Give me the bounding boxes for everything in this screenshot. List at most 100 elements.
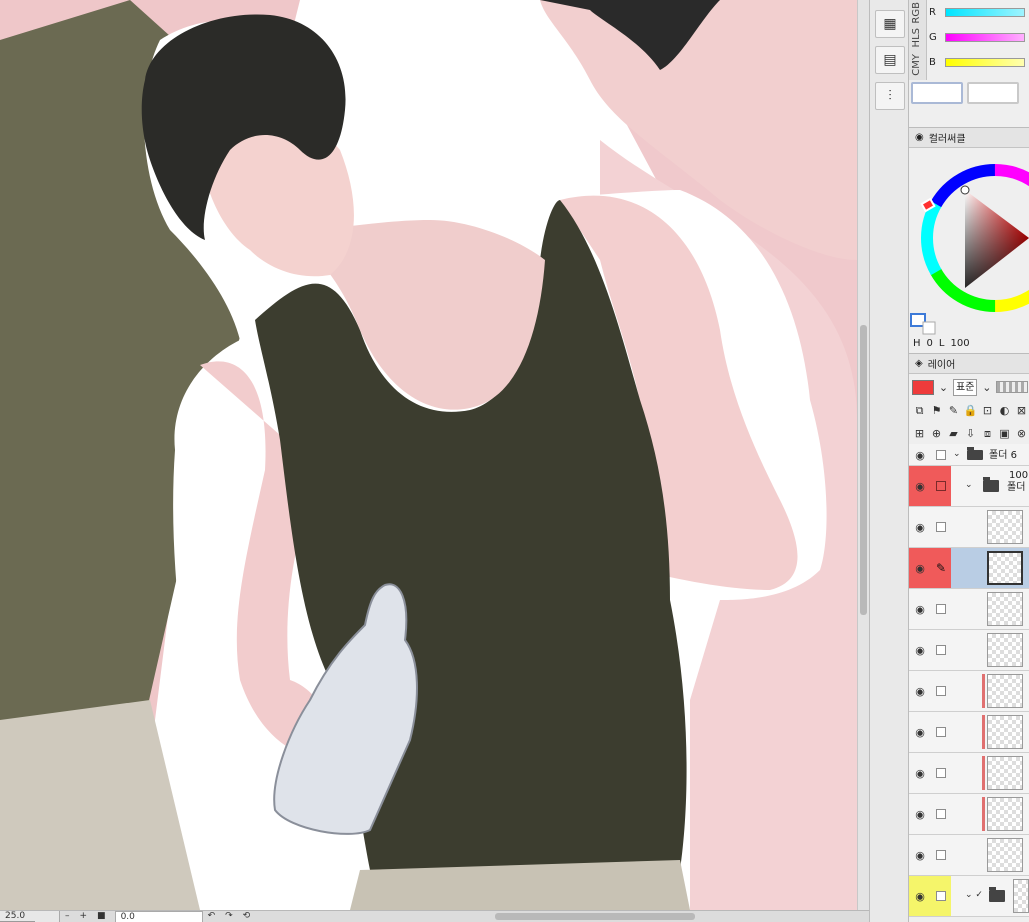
layer-color-swatch[interactable] bbox=[912, 379, 934, 395]
lock-checkbox[interactable] bbox=[931, 753, 951, 793]
rotate-left-icon[interactable]: ↶ bbox=[203, 911, 221, 922]
slider-b[interactable]: B bbox=[929, 55, 1029, 69]
sub-color-box[interactable] bbox=[967, 82, 1019, 104]
tab-layer[interactable]: ◈ 레이어 bbox=[909, 354, 1029, 374]
tab-hls[interactable]: HLS bbox=[911, 28, 922, 47]
canvas-vertical-scrollbar[interactable] bbox=[857, 0, 869, 910]
lock-alpha-icon[interactable]: ⊡ bbox=[980, 403, 995, 418]
visibility-eye-icon[interactable]: ◉ bbox=[909, 753, 931, 793]
slider-b-bar[interactable] bbox=[945, 57, 1025, 67]
h-label: H bbox=[913, 337, 921, 349]
visibility-eye-icon[interactable]: ◉ bbox=[909, 876, 931, 916]
lock-checkbox[interactable] bbox=[931, 794, 951, 834]
visibility-eye-icon[interactable]: ◉ bbox=[909, 548, 931, 588]
transfer-down-icon[interactable]: ⇩ bbox=[963, 426, 978, 441]
main-color-box[interactable] bbox=[911, 82, 963, 104]
lock-icon[interactable]: 🔒 bbox=[963, 403, 978, 418]
lock-checkbox[interactable] bbox=[931, 630, 951, 670]
layer-thumbnail bbox=[1013, 879, 1029, 913]
layer-name[interactable]: 폴더 bbox=[1007, 482, 1025, 493]
layer-row-selected[interactable]: ◉ ✎ bbox=[909, 548, 1029, 589]
layer-row-clipped[interactable]: ◉ bbox=[909, 753, 1029, 794]
visibility-eye-icon[interactable]: ◉ bbox=[909, 444, 931, 466]
visibility-eye-icon[interactable]: ◉ bbox=[909, 671, 931, 711]
layer-thumbnail bbox=[987, 674, 1023, 708]
triangle-picker bbox=[960, 185, 970, 195]
color-dropdown-icon[interactable]: ⌄ bbox=[936, 380, 951, 395]
blend-mode-select[interactable]: 표준 bbox=[953, 378, 978, 396]
lock-checkbox[interactable] bbox=[931, 671, 951, 711]
slider-r-bar[interactable] bbox=[945, 7, 1025, 17]
layer-row[interactable]: ◉ bbox=[909, 835, 1029, 876]
layer-mask-icon[interactable]: ▣ bbox=[997, 426, 1012, 441]
l-label: L bbox=[938, 337, 945, 349]
canvas-artwork bbox=[0, 0, 857, 910]
lock-checkbox[interactable] bbox=[931, 507, 951, 547]
rotate-right-icon[interactable]: ↷ bbox=[220, 911, 238, 922]
drawing-canvas[interactable] bbox=[0, 0, 857, 910]
tool-property-icon[interactable]: ⫶ bbox=[875, 82, 905, 110]
lock-checkbox[interactable] bbox=[931, 835, 951, 875]
lock-checkbox[interactable] bbox=[931, 466, 951, 506]
folder-expand-icon[interactable]: ⌄ bbox=[953, 449, 961, 459]
folder-expand-icon[interactable]: ⌄ bbox=[965, 480, 973, 490]
visibility-eye-icon[interactable]: ◉ bbox=[909, 507, 931, 547]
layer-thumbnail bbox=[987, 551, 1023, 585]
combine-icon[interactable]: ⧈ bbox=[980, 426, 995, 441]
visibility-eye-icon[interactable]: ◉ bbox=[909, 466, 931, 506]
zoom-field[interactable]: 25.0 bbox=[0, 910, 60, 922]
reference-icon[interactable]: ⚑ bbox=[929, 403, 944, 418]
visibility-eye-icon[interactable]: ◉ bbox=[909, 630, 931, 670]
lock-checkbox[interactable] bbox=[931, 876, 951, 916]
layer-row-folder-6[interactable]: ◉ ⌄ 폴더 6 bbox=[909, 444, 1029, 466]
layer-thumbnail bbox=[987, 838, 1023, 872]
tab-rgb[interactable]: RGB bbox=[911, 2, 922, 24]
delete-layer-icon[interactable]: ⊗ bbox=[1014, 426, 1029, 441]
lock-checkbox[interactable] bbox=[931, 712, 951, 752]
reset-rotation-icon[interactable]: ⟲ bbox=[238, 911, 256, 922]
mask-icon[interactable]: ◐ bbox=[997, 403, 1012, 418]
rotation-angle-field[interactable]: 0.0 bbox=[114, 910, 203, 922]
lock-checkbox[interactable] bbox=[931, 444, 951, 466]
lock-checkbox[interactable] bbox=[931, 589, 951, 629]
visibility-eye-icon[interactable]: ◉ bbox=[909, 794, 931, 834]
layer-row[interactable]: ◉ bbox=[909, 630, 1029, 671]
zoom-plus-icon[interactable]: + bbox=[75, 911, 93, 922]
h-value[interactable]: 0 bbox=[927, 338, 933, 349]
opacity-slider[interactable] bbox=[996, 381, 1029, 393]
layer-row-folder[interactable]: ◉ ⌄ 100 폴더 bbox=[909, 466, 1029, 507]
visibility-eye-icon[interactable]: ◉ bbox=[909, 589, 931, 629]
layer-row-folder-yellow[interactable]: ◉ ⌄ ✓ bbox=[909, 876, 1029, 917]
color-wheel[interactable] bbox=[909, 148, 1029, 338]
visibility-eye-icon[interactable]: ◉ bbox=[909, 835, 931, 875]
blend-dropdown-icon[interactable]: ⌄ bbox=[979, 380, 994, 395]
vertical-scroll-thumb[interactable] bbox=[860, 325, 867, 615]
slider-g[interactable]: G bbox=[929, 30, 1029, 44]
navigator-icon[interactable]: ▤ bbox=[875, 46, 905, 74]
slider-r[interactable]: R bbox=[929, 5, 1029, 19]
new-vector-layer-icon[interactable]: ⊕ bbox=[929, 426, 944, 441]
horizontal-scroll-thumb[interactable] bbox=[495, 913, 695, 920]
tab-cmy[interactable]: CMY bbox=[911, 54, 922, 76]
new-raster-layer-icon[interactable]: ⊞ bbox=[912, 426, 927, 441]
new-folder-icon[interactable]: ▰ bbox=[946, 426, 961, 441]
slider-g-bar[interactable] bbox=[945, 32, 1025, 42]
sub-view-icon[interactable]: ▦ bbox=[875, 10, 905, 38]
fit-icon[interactable]: ■ bbox=[92, 911, 111, 922]
tab-color-wheel[interactable]: ◉ 컬러써클 bbox=[909, 128, 1029, 148]
layer-row[interactable]: ◉ bbox=[909, 507, 1029, 548]
draft-icon[interactable]: ✎ bbox=[946, 403, 961, 418]
folder-expand-icon[interactable]: ⌄ ✓ bbox=[965, 890, 983, 900]
layer-name[interactable]: 폴더 6 bbox=[989, 450, 1017, 461]
layer-row-clipped[interactable]: ◉ bbox=[909, 712, 1029, 753]
layer-row[interactable]: ◉ bbox=[909, 589, 1029, 630]
clip-icon[interactable]: ⧉ bbox=[912, 403, 927, 418]
color-slider-mode-tabs[interactable]: RGB HLS CMY bbox=[909, 0, 927, 80]
zoom-minus-icon[interactable]: – bbox=[60, 911, 75, 922]
visibility-eye-icon[interactable]: ◉ bbox=[909, 712, 931, 752]
layer-row-clipped[interactable]: ◉ bbox=[909, 671, 1029, 712]
more-icon[interactable]: ⊠ bbox=[1014, 403, 1029, 418]
layer-row-clipped[interactable]: ◉ bbox=[909, 794, 1029, 835]
l-value[interactable]: 100 bbox=[950, 338, 969, 349]
editing-pen-icon[interactable]: ✎ bbox=[931, 548, 951, 588]
